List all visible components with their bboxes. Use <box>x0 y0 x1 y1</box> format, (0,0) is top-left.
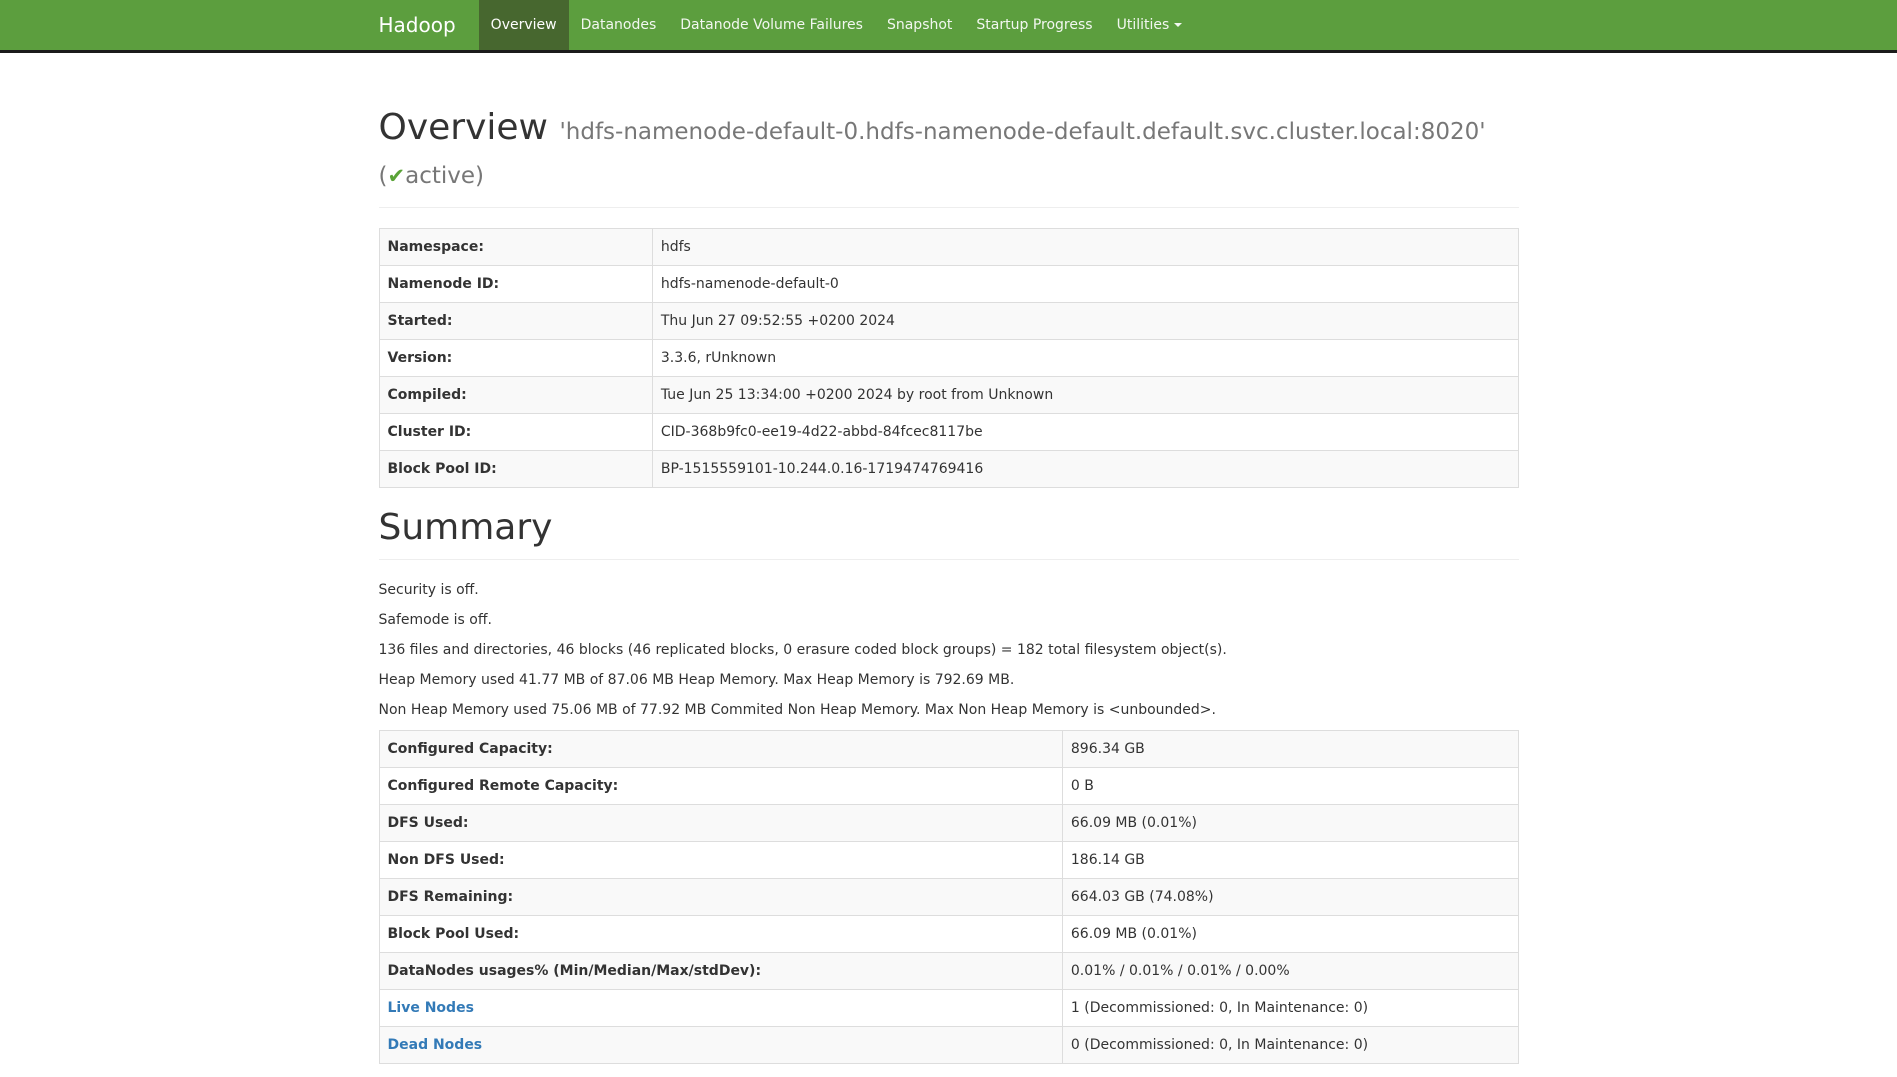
row-label: DFS Used: <box>379 805 1062 842</box>
safemode-status: Safemode is off. <box>379 610 1519 630</box>
row-value: 186.14 GB <box>1062 842 1518 879</box>
row-label: Started: <box>379 303 652 340</box>
namenode-state: (✔active) <box>379 163 485 189</box>
nav-item: Startup Progress <box>964 0 1104 50</box>
tab-datanode-volume-failures[interactable]: Datanode Volume Failures <box>668 0 875 50</box>
live-nodes-link[interactable]: Live Nodes <box>388 1000 474 1016</box>
row-label: DFS Remaining: <box>379 879 1062 916</box>
row-value: hdfs-namenode-default-0 <box>652 266 1518 303</box>
caret-down-icon <box>1174 23 1182 27</box>
cluster-info-table: Namespace: hdfs Namenode ID: hdfs-nameno… <box>379 228 1519 488</box>
row-value: hdfs <box>652 229 1518 266</box>
table-row: Namespace: hdfs <box>379 229 1518 266</box>
hadoop-brand[interactable]: Hadoop <box>379 0 471 50</box>
row-label: Namespace: <box>379 229 652 266</box>
navbar-menu: Overview Datanodes Datanode Volume Failu… <box>479 0 1195 50</box>
row-label: Namenode ID: <box>379 266 652 303</box>
summary-table: Configured Capacity: 896.34 GB Configure… <box>379 730 1519 1064</box>
table-row: Dead Nodes 0 (Decommissioned: 0, In Main… <box>379 1027 1518 1064</box>
security-status: Security is off. <box>379 580 1519 600</box>
page-title: Overview 'hdfs-namenode-default-0.hdfs-n… <box>379 108 1519 196</box>
tab-utilities-dropdown[interactable]: Utilities <box>1105 0 1195 50</box>
table-row: Live Nodes 1 (Decommissioned: 0, In Main… <box>379 990 1518 1027</box>
nav-item: Datanodes <box>569 0 669 50</box>
dead-nodes-link[interactable]: Dead Nodes <box>388 1037 483 1053</box>
table-row: Block Pool ID: BP-1515559101-10.244.0.16… <box>379 451 1518 488</box>
tab-overview[interactable]: Overview <box>479 0 569 50</box>
tab-snapshot[interactable]: Snapshot <box>875 0 964 50</box>
table-row: Namenode ID: hdfs-namenode-default-0 <box>379 266 1518 303</box>
nav-item: Overview <box>479 0 569 50</box>
non-heap-memory: Non Heap Memory used 75.06 MB of 77.92 M… <box>379 700 1519 720</box>
namenode-address: 'hdfs-namenode-default-0.hdfs-namenode-d… <box>559 119 1485 145</box>
table-row: DFS Remaining: 664.03 GB (74.08%) <box>379 879 1518 916</box>
row-label: Version: <box>379 340 652 377</box>
table-row: Configured Capacity: 896.34 GB <box>379 731 1518 768</box>
table-row: DataNodes usages% (Min/Median/Max/stdDev… <box>379 953 1518 990</box>
row-label: Block Pool Used: <box>379 916 1062 953</box>
row-value: Thu Jun 27 09:52:55 +0200 2024 <box>652 303 1518 340</box>
row-value: CID-368b9fc0-ee19-4d22-abbd-84fcec8117be <box>652 414 1518 451</box>
row-value: 0 (Decommissioned: 0, In Maintenance: 0) <box>1062 1027 1518 1064</box>
page-content: Overview 'hdfs-namenode-default-0.hdfs-n… <box>379 108 1519 1064</box>
divider <box>379 207 1519 208</box>
row-value: BP-1515559101-10.244.0.16-1719474769416 <box>652 451 1518 488</box>
table-row: Configured Remote Capacity: 0 B <box>379 768 1518 805</box>
tab-startup-progress[interactable]: Startup Progress <box>964 0 1104 50</box>
row-value: 66.09 MB (0.01%) <box>1062 916 1518 953</box>
filesystem-objects: 136 files and directories, 46 blocks (46… <box>379 640 1519 660</box>
row-value: 896.34 GB <box>1062 731 1518 768</box>
row-label: Dead Nodes <box>379 1027 1062 1064</box>
row-value: Tue Jun 25 13:34:00 +0200 2024 by root f… <box>652 377 1518 414</box>
row-label: Non DFS Used: <box>379 842 1062 879</box>
tab-datanodes[interactable]: Datanodes <box>569 0 669 50</box>
check-icon: ✔ <box>387 164 405 188</box>
overview-heading: Overview <box>379 107 549 148</box>
row-value: 3.3.6, rUnknown <box>652 340 1518 377</box>
table-row: Block Pool Used: 66.09 MB (0.01%) <box>379 916 1518 953</box>
row-label: Configured Remote Capacity: <box>379 768 1062 805</box>
divider <box>379 559 1519 560</box>
row-value: 0.01% / 0.01% / 0.01% / 0.00% <box>1062 953 1518 990</box>
row-value: 66.09 MB (0.01%) <box>1062 805 1518 842</box>
row-label: Live Nodes <box>379 990 1062 1027</box>
row-label: Compiled: <box>379 377 652 414</box>
row-label: Block Pool ID: <box>379 451 652 488</box>
nav-item: Utilities <box>1105 0 1195 50</box>
row-label: Cluster ID: <box>379 414 652 451</box>
row-value: 1 (Decommissioned: 0, In Maintenance: 0) <box>1062 990 1518 1027</box>
nav-item: Datanode Volume Failures <box>668 0 875 50</box>
table-row: Compiled: Tue Jun 25 13:34:00 +0200 2024… <box>379 377 1518 414</box>
heap-memory: Heap Memory used 41.77 MB of 87.06 MB He… <box>379 670 1519 690</box>
table-row: Cluster ID: CID-368b9fc0-ee19-4d22-abbd-… <box>379 414 1518 451</box>
row-label: Configured Capacity: <box>379 731 1062 768</box>
table-row: Started: Thu Jun 27 09:52:55 +0200 2024 <box>379 303 1518 340</box>
table-row: Version: 3.3.6, rUnknown <box>379 340 1518 377</box>
row-value: 664.03 GB (74.08%) <box>1062 879 1518 916</box>
row-value: 0 B <box>1062 768 1518 805</box>
row-label: DataNodes usages% (Min/Median/Max/stdDev… <box>379 953 1062 990</box>
nav-item: Snapshot <box>875 0 964 50</box>
table-row: Non DFS Used: 186.14 GB <box>379 842 1518 879</box>
top-navbar: Hadoop Overview Datanodes Datanode Volum… <box>0 0 1897 53</box>
summary-heading: Summary <box>379 508 1519 548</box>
table-row: DFS Used: 66.09 MB (0.01%) <box>379 805 1518 842</box>
